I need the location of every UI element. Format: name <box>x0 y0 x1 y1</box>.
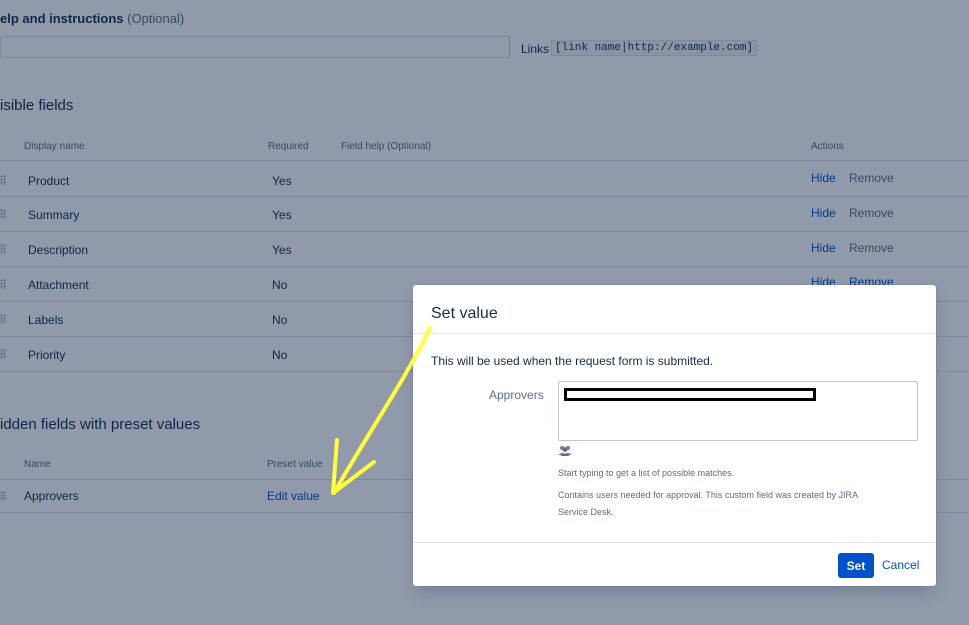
set-value-dialog: Set value This will be used when the req… <box>413 285 936 586</box>
users-icon[interactable] <box>558 445 572 456</box>
field-description-line1: Contains users needed for approval. This… <box>558 490 858 500</box>
redacted-value <box>564 388 816 401</box>
dialog-footer-divider <box>413 542 936 543</box>
field-description-line2: Service Desk. <box>558 507 614 517</box>
cancel-button[interactable]: Cancel <box>882 558 919 572</box>
hint-text: Start typing to get a list of possible m… <box>558 468 735 478</box>
approvers-label: Approvers <box>489 388 544 402</box>
dialog-header-divider <box>413 333 936 334</box>
dialog-description: This will be used when the request form … <box>431 354 714 368</box>
set-button[interactable]: Set <box>838 553 874 578</box>
approvers-input[interactable] <box>558 381 918 441</box>
dialog-title: Set value <box>431 305 498 322</box>
